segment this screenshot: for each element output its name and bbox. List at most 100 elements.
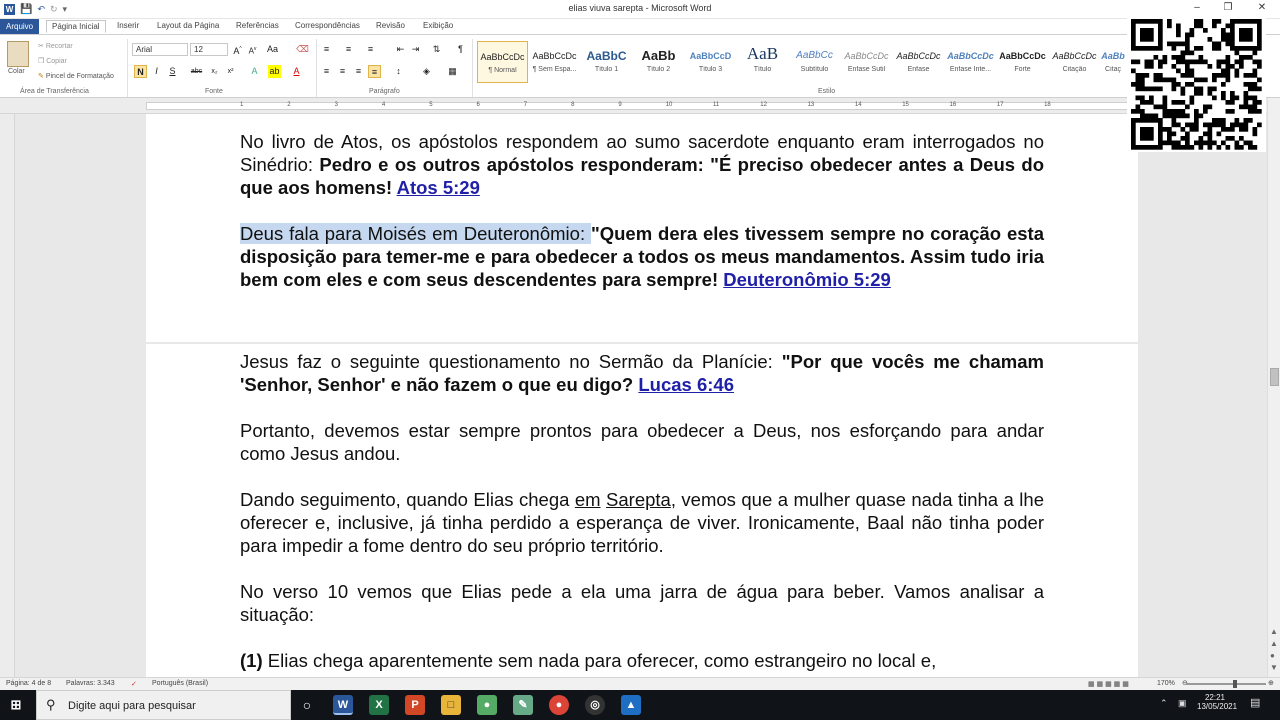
paste-icon[interactable] bbox=[7, 41, 29, 67]
document-page[interactable]: Jesus faz o seguinte questionamento no S… bbox=[146, 344, 1138, 677]
tab-view[interactable]: Exibição bbox=[418, 20, 458, 31]
bullets-icon[interactable]: ≡ bbox=[320, 43, 333, 56]
tab-mailings[interactable]: Correspondências bbox=[290, 20, 365, 31]
style-subtitle[interactable]: AaBbCc Subtítulo bbox=[789, 41, 840, 83]
tab-page-layout[interactable]: Layout da Página bbox=[152, 20, 224, 31]
ruler-track[interactable] bbox=[146, 102, 1136, 110]
bold-icon[interactable]: N bbox=[134, 65, 147, 78]
strikethrough-icon[interactable]: abc bbox=[190, 65, 203, 78]
clear-format-icon[interactable]: ⌫ bbox=[296, 43, 309, 56]
excel-taskbar-icon[interactable]: X bbox=[369, 695, 389, 715]
tab-references[interactable]: Referências bbox=[231, 20, 284, 31]
highlight-icon[interactable]: ab bbox=[268, 65, 281, 78]
style-no-spacing[interactable]: AaBbCcDc ¶ Sem Espa... bbox=[529, 41, 580, 83]
tab-file[interactable]: Arquivo bbox=[0, 19, 40, 34]
next-page-icon[interactable]: ▼ bbox=[1270, 663, 1278, 672]
vertical-scrollbar[interactable]: ▲ ▲ ● ▼ bbox=[1267, 98, 1280, 677]
browse-object-icon[interactable]: ● bbox=[1270, 651, 1275, 660]
italic-icon[interactable]: I bbox=[150, 65, 163, 78]
paragraph-portanto[interactable]: Portanto, devemos estar sempre prontos p… bbox=[240, 419, 1044, 465]
app-icon[interactable]: ▲ bbox=[621, 695, 641, 715]
scroll-thumb[interactable] bbox=[1270, 368, 1279, 386]
windows-start-icon[interactable]: ⊞ bbox=[6, 695, 26, 715]
paragraph-verso-10[interactable]: No verso 10 vemos que Elias pede a ela u… bbox=[240, 580, 1044, 626]
restore-button[interactable]: ❐ bbox=[1213, 2, 1243, 13]
link-atos[interactable]: Atos 5:29 bbox=[397, 177, 480, 198]
change-case-icon[interactable]: Aa bbox=[266, 43, 279, 56]
style-emphasis[interactable]: AaBbCcDc Ênfase bbox=[893, 41, 944, 83]
style-heading-3[interactable]: AaBbCcD Título 3 bbox=[685, 41, 736, 83]
link-deuteronomio[interactable]: Deuteronômio 5:29 bbox=[723, 269, 891, 290]
zoom-level[interactable]: 170% bbox=[1157, 680, 1175, 687]
file-explorer-icon[interactable]: □ bbox=[441, 695, 461, 715]
tab-review[interactable]: Revisão bbox=[371, 20, 410, 31]
view-buttons[interactable]: ▦ ▦ ▦ ▦ ▦ bbox=[1088, 680, 1129, 688]
subscript-icon[interactable]: x₂ bbox=[208, 65, 221, 78]
borders-icon[interactable]: ▦ bbox=[446, 65, 459, 78]
previous-page-icon[interactable]: ▲ bbox=[1270, 639, 1278, 648]
app-icon[interactable]: ◎ bbox=[585, 695, 605, 715]
link-lucas[interactable]: Lucas 6:46 bbox=[638, 374, 734, 395]
cut-button[interactable]: ✂ Recortar bbox=[38, 42, 73, 50]
close-button[interactable]: ✕ bbox=[1247, 2, 1277, 13]
paragraph-item-1[interactable]: (1) Elias chega aparentemente sem nada p… bbox=[240, 649, 1044, 672]
paragraph-sarepta[interactable]: Dando seguimento, quando Elias chega em … bbox=[240, 488, 1044, 557]
tab-home[interactable]: Página Inicial bbox=[46, 20, 106, 33]
chrome-icon[interactable]: ● bbox=[549, 695, 569, 715]
align-center-icon[interactable]: ≡ bbox=[336, 65, 349, 78]
app-icon[interactable]: ● bbox=[477, 695, 497, 715]
font-name-select[interactable]: Arial bbox=[132, 43, 188, 56]
paragraph-atos[interactable]: No livro de Atos, os apóstolos respondem… bbox=[240, 130, 1044, 199]
tab-insert[interactable]: Inserir bbox=[112, 20, 144, 31]
word-count[interactable]: Palavras: 3.343 bbox=[66, 680, 115, 687]
minimize-button[interactable]: – bbox=[1182, 2, 1212, 13]
shrink-font-icon[interactable]: Av bbox=[246, 43, 259, 56]
document-page[interactable]: No livro de Atos, os apóstolos respondem… bbox=[146, 114, 1138, 342]
increase-indent-icon[interactable]: ⇥ bbox=[409, 43, 422, 56]
grow-font-icon[interactable]: A^ bbox=[231, 43, 244, 56]
show-formatting-icon[interactable]: ¶ bbox=[454, 43, 467, 56]
paragraph-deuteronomio[interactable]: Deus fala para Moisés em Deuteronômio: "… bbox=[240, 222, 1044, 291]
format-painter-button[interactable]: ✎ Pincel de Formatação bbox=[38, 72, 114, 80]
superscript-icon[interactable]: x² bbox=[224, 65, 237, 78]
decrease-indent-icon[interactable]: ⇤ bbox=[394, 43, 407, 56]
zoom-slider-knob[interactable] bbox=[1233, 680, 1237, 688]
copy-button[interactable]: ❐ Copiar bbox=[38, 57, 67, 65]
tray-chevron-icon[interactable]: ⌃ bbox=[1160, 698, 1168, 709]
zoom-in-icon[interactable]: ⊕ bbox=[1268, 679, 1274, 687]
scroll-up-arrow-icon[interactable]: ▲ bbox=[1270, 627, 1278, 636]
style-intense-quote[interactable]: AaBb Citaç bbox=[1099, 41, 1127, 83]
paste-button[interactable]: Colar bbox=[8, 68, 25, 75]
multilevel-list-icon[interactable]: ≡ bbox=[364, 43, 377, 56]
sort-icon[interactable]: ⇅ bbox=[430, 43, 443, 56]
align-left-icon[interactable]: ≡ bbox=[320, 65, 333, 78]
powerpoint-taskbar-icon[interactable]: P bbox=[405, 695, 425, 715]
style-title[interactable]: AaB Título bbox=[737, 41, 788, 83]
page-indicator[interactable]: Página: 4 de 8 bbox=[6, 680, 51, 687]
network-icon[interactable]: ▣ bbox=[1178, 698, 1187, 709]
language-indicator[interactable]: Português (Brasil) bbox=[152, 680, 208, 687]
notifications-icon[interactable]: ▤ bbox=[1250, 696, 1260, 709]
style-strong[interactable]: AaBbCcDc Forte bbox=[997, 41, 1048, 83]
app-icon[interactable]: ✎ bbox=[513, 695, 533, 715]
clock-date[interactable]: 13/05/2021 bbox=[1197, 702, 1237, 711]
align-right-icon[interactable]: ≡ bbox=[352, 65, 365, 78]
zoom-slider[interactable] bbox=[1186, 680, 1266, 688]
justify-icon[interactable]: ≡ bbox=[368, 65, 381, 78]
proofing-icon[interactable]: ✓ bbox=[131, 680, 137, 688]
underline-icon[interactable]: S bbox=[166, 65, 179, 78]
style-heading-2[interactable]: AaBb Título 2 bbox=[633, 41, 684, 83]
word-taskbar-icon[interactable]: W bbox=[333, 695, 353, 715]
line-spacing-icon[interactable]: ↕ bbox=[392, 65, 405, 78]
style-intense-emphasis[interactable]: AaBbCcDc Ênfase Inte... bbox=[945, 41, 996, 83]
clock-time[interactable]: 22:21 bbox=[1197, 693, 1233, 702]
text-effects-icon[interactable]: A bbox=[248, 65, 261, 78]
cortana-icon[interactable]: ○ bbox=[297, 695, 317, 715]
numbering-icon[interactable]: ≡ bbox=[342, 43, 355, 56]
font-size-select[interactable]: 12 bbox=[190, 43, 228, 56]
style-subtle-emphasis[interactable]: AaBbCcDc Ênfase Sutil bbox=[841, 41, 892, 83]
shading-icon[interactable]: ◈ bbox=[420, 65, 433, 78]
font-color-icon[interactable]: A bbox=[290, 65, 303, 78]
style-quote[interactable]: AaBbCcDc Citação bbox=[1049, 41, 1100, 83]
style-heading-1[interactable]: AaBbC Título 1 bbox=[581, 41, 632, 83]
